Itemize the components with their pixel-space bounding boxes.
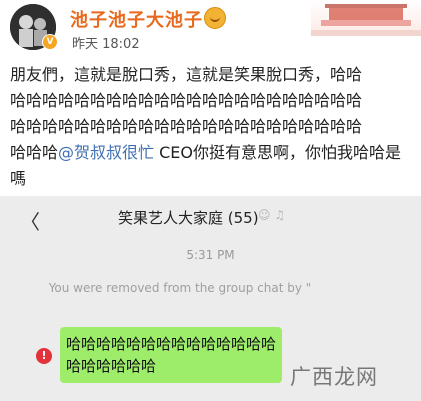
post-text: 朋友們，這就是脫口秀，這就是笑果脫口秀，哈哈 哈哈哈哈哈哈哈哈哈哈哈哈哈哈哈哈哈… bbox=[10, 62, 414, 192]
system-message: You were removed from the group chat by … bbox=[48, 281, 312, 295]
mention-link[interactable]: @贺叔叔很忙 bbox=[58, 143, 154, 162]
post-timestamp: 昨天 18:02 bbox=[72, 37, 140, 52]
chat-title: 笑果艺人大家庭 (55) bbox=[118, 209, 259, 227]
post-text-prefix: 哈哈哈 bbox=[10, 143, 59, 162]
post-text-line-with-mention: 哈哈哈@贺叔叔很忙 CEO你挺有意思啊，你怕我哈哈是嗎 bbox=[10, 140, 414, 192]
post-header: V 池子池子大池子 昨天 18:02 bbox=[0, 0, 421, 56]
error-icon[interactable]: ! bbox=[36, 348, 52, 364]
watermark: 广西龙网 bbox=[290, 365, 378, 389]
message-bubble[interactable]: 哈哈哈哈哈哈哈哈哈哈哈哈哈哈哈哈哈哈哈哈 bbox=[60, 327, 282, 383]
chat-title-bar: 〈 笑果艺人大家庭 (55) ☺ ♫ bbox=[0, 196, 421, 240]
back-arrow-icon[interactable]: 〈 bbox=[20, 206, 40, 235]
post-text-line: 朋友們，這就是脫口秀，這就是笑果脫口秀，哈哈 bbox=[10, 65, 363, 84]
user-level-badge-icon bbox=[204, 7, 226, 29]
post-text-line: 哈哈哈哈哈哈哈哈哈哈哈哈哈哈哈哈哈哈哈哈哈哈 bbox=[10, 91, 363, 110]
chat-time: 5:31 PM bbox=[186, 248, 235, 262]
decorative-banner bbox=[311, 0, 421, 36]
username[interactable]: 池子池子大池子 bbox=[70, 6, 203, 32]
post-text-line: 哈哈哈哈哈哈哈哈哈哈哈哈哈哈哈哈哈哈哈哈哈哈 bbox=[10, 117, 363, 136]
verified-badge-icon: V bbox=[42, 34, 58, 50]
mute-icon: ☺ ♫ bbox=[258, 208, 286, 222]
